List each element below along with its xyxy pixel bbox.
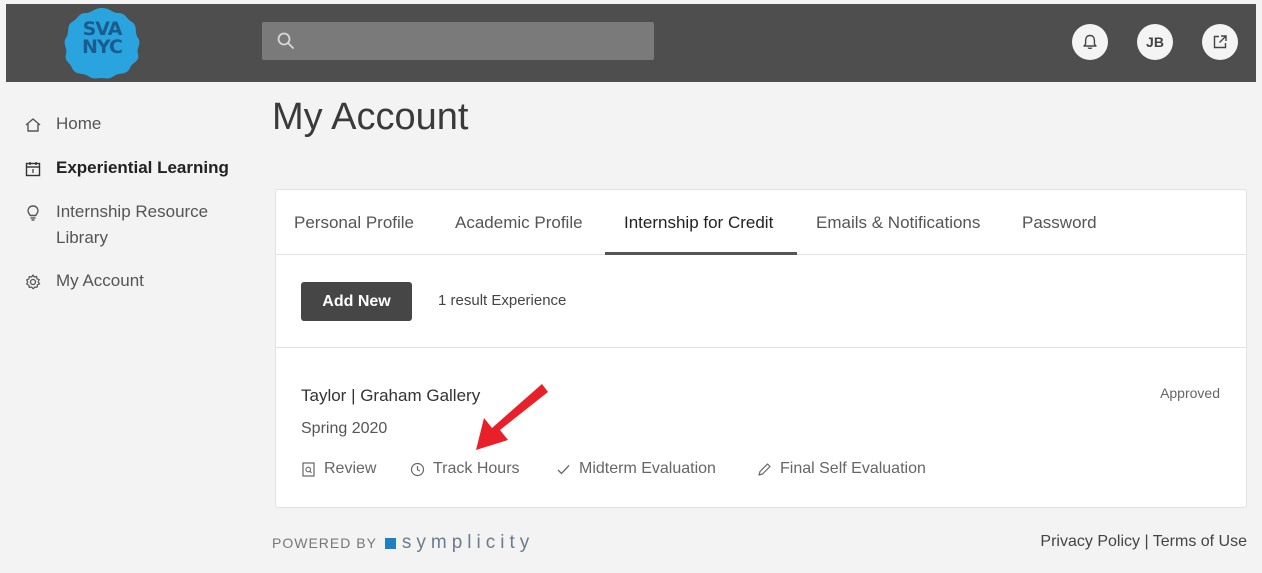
action-label: Review: [324, 460, 377, 477]
active-tab-indicator: [605, 252, 797, 255]
footer-links[interactable]: Privacy Policy | Terms of Use: [1040, 533, 1247, 551]
sidebar-item-experiential-learning[interactable]: Experiential Learning: [24, 158, 229, 181]
experience-title[interactable]: Taylor | Graham Gallery: [301, 386, 480, 406]
experience-term: Spring 2020: [301, 420, 388, 437]
logo-text: SVA NYC: [82, 18, 123, 58]
gear-icon: [26, 274, 41, 290]
sidebar-item-label: Home: [56, 114, 102, 133]
search-input[interactable]: [262, 22, 654, 60]
notifications-button[interactable]: [1072, 24, 1108, 60]
document-search-icon: [302, 461, 315, 477]
divider: [276, 347, 1246, 348]
external-link-icon: [1213, 35, 1227, 49]
avatar-initials: JB: [1146, 34, 1164, 50]
checkmark-icon: [557, 464, 570, 474]
red-arrow-icon: [476, 384, 548, 450]
sidebar-item-label: My Account: [56, 271, 144, 290]
powered-by-label: POWERED BY: [272, 535, 377, 551]
tab-personal-profile[interactable]: Personal Profile: [294, 213, 414, 233]
page-title: My Account: [272, 96, 469, 138]
midterm-evaluation-link[interactable]: Midterm Evaluation: [556, 460, 716, 478]
action-label: Track Hours: [433, 460, 520, 477]
sidebar-item-my-account[interactable]: My Account: [24, 271, 144, 294]
final-self-evaluation-link[interactable]: Final Self Evaluation: [757, 460, 926, 478]
user-avatar-button[interactable]: JB: [1137, 24, 1173, 60]
account-tabs: Personal Profile Academic Profile Intern…: [276, 190, 1246, 255]
home-icon: [25, 118, 41, 132]
result-count: 1 result Experience: [438, 292, 567, 309]
symplicity-square-icon: [384, 537, 396, 549]
bell-icon: [1083, 34, 1097, 50]
external-link-button[interactable]: [1202, 24, 1238, 60]
review-link[interactable]: Review: [301, 460, 376, 478]
pencil-icon: [758, 462, 771, 476]
track-hours-link[interactable]: Track Hours: [410, 460, 520, 478]
action-label: Final Self Evaluation: [780, 460, 926, 477]
status-badge: Approved: [1160, 385, 1220, 401]
tab-internship-for-credit[interactable]: Internship for Credit: [624, 213, 773, 233]
tab-academic-profile[interactable]: Academic Profile: [455, 213, 583, 233]
action-label: Midterm Evaluation: [579, 460, 716, 477]
symplicity-logo[interactable]: symplicity: [402, 532, 534, 554]
lightbulb-icon: [27, 205, 39, 221]
powered-by: POWERED BY symplicity: [272, 532, 534, 554]
calendar-icon: [25, 162, 41, 177]
sidebar-item-label: Internship Resource Library: [56, 202, 209, 247]
search-icon: [277, 32, 294, 49]
top-bar: SVA NYC JB: [6, 4, 1256, 82]
add-new-button[interactable]: Add New: [301, 282, 412, 321]
tab-emails-notifications[interactable]: Emails & Notifications: [816, 213, 980, 233]
sidebar-item-home[interactable]: Home: [24, 114, 101, 137]
sidebar-item-label: Experiential Learning: [56, 158, 229, 177]
account-card: Personal Profile Academic Profile Intern…: [275, 189, 1247, 508]
sidebar-item-internship-resource-library[interactable]: Internship Resource Library: [24, 202, 208, 251]
tab-password[interactable]: Password: [1022, 213, 1097, 233]
clock-icon: [410, 462, 425, 476]
sva-logo[interactable]: SVA NYC: [60, 4, 144, 82]
